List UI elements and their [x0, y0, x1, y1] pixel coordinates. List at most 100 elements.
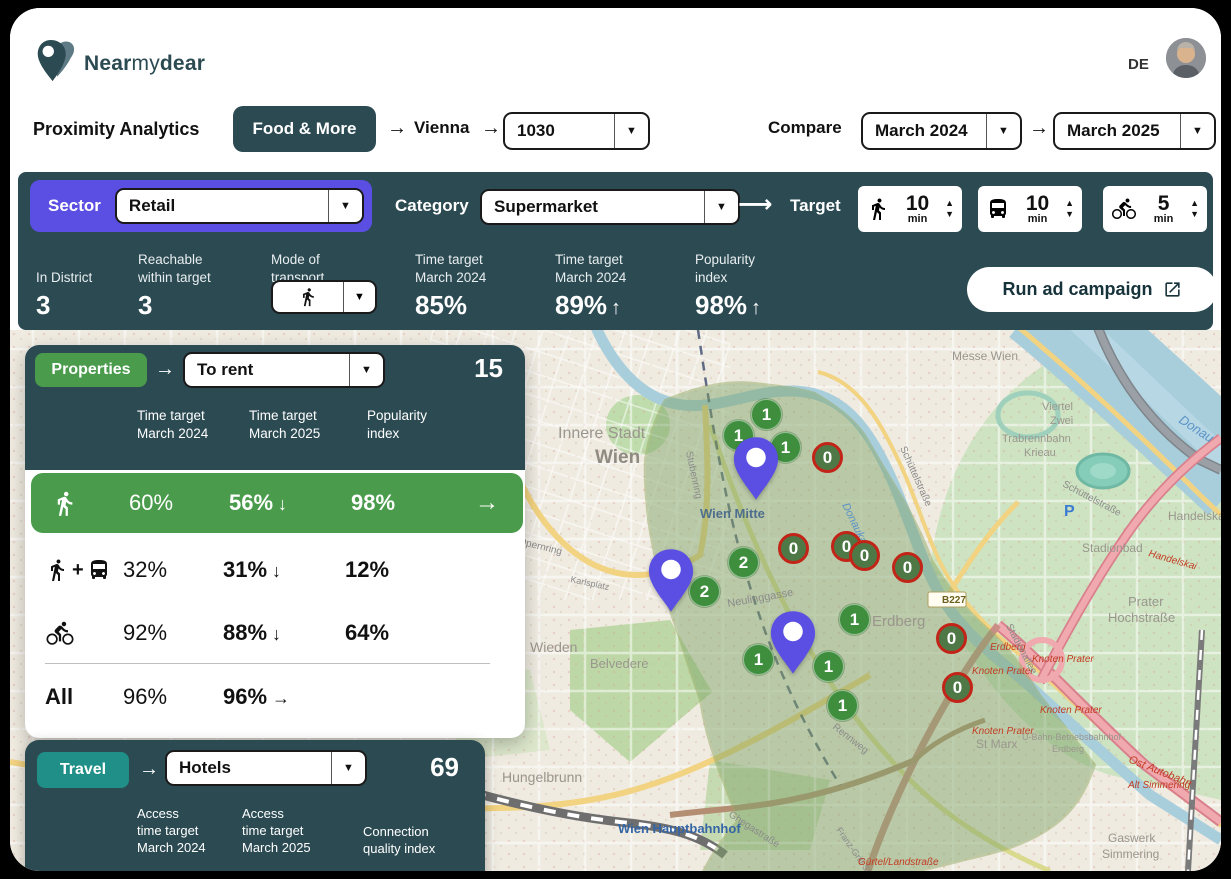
travel-chip-button[interactable]: Travel [37, 752, 129, 788]
cell-value: 56%↓ [229, 490, 351, 516]
run-ad-campaign-button[interactable]: Run ad campaign [967, 267, 1217, 312]
category-select-value: Supermarket [482, 191, 704, 223]
map-zero-marker[interactable]: 0 [849, 540, 880, 571]
period-from-value: March 2024 [863, 114, 986, 148]
map-zero-marker[interactable]: 0 [812, 442, 843, 473]
table-row-walk-bus[interactable]: + 32% 31%↓ 12% [25, 540, 525, 600]
walk-icon [45, 558, 69, 582]
chevron-down-icon[interactable]: ▼ [986, 114, 1020, 148]
walk-minutes-unit: min [906, 214, 929, 225]
arrow-right-icon: → [481, 117, 501, 140]
period-to-select[interactable]: March 2025 ▼ [1053, 112, 1216, 150]
period-from-select[interactable]: March 2024 ▼ [861, 112, 1022, 150]
table-row-bike[interactable]: 92% 88%↓ 64% [25, 603, 525, 663]
chevron-down-icon[interactable]: ▼ [343, 282, 375, 312]
sector-select[interactable]: Retail ▼ [115, 188, 364, 224]
chevron-down-icon[interactable]: ▼ [328, 190, 362, 222]
walk-time-stepper[interactable]: 10 min ▲▼ [858, 186, 962, 232]
map-count-marker[interactable]: 2 [728, 547, 759, 578]
arrow-right-icon: → [1029, 117, 1049, 140]
transport-mode-select[interactable]: ▼ [271, 280, 377, 314]
bike-icon [45, 620, 75, 647]
table-row-walk[interactable]: 60% 56%↓ 98% → [31, 473, 523, 533]
column-header: Connectionquality index [363, 824, 473, 858]
walk-stepper-down[interactable]: ▼ [945, 210, 954, 219]
stat-popularity-index: Popularityindex 98%↑ [695, 250, 761, 321]
column-header: Time targetMarch 2025 [249, 407, 349, 442]
map-count-marker[interactable]: 1 [827, 690, 858, 721]
stat-time-target-2025: Time targetMarch 2024 89%↑ [555, 250, 626, 321]
walk-stepper-up[interactable]: ▲ [945, 199, 954, 208]
chevron-down-icon[interactable]: ▼ [1180, 114, 1214, 148]
map-pin-marker[interactable] [645, 548, 697, 613]
trend-down-icon: ↓ [272, 561, 281, 581]
map-zero-marker[interactable]: 0 [936, 623, 967, 654]
city-crumb: Vienna [414, 118, 469, 138]
page-title: Proximity Analytics [33, 119, 199, 140]
stat-time-target-2024: Time targetMarch 2024 85% [415, 250, 486, 321]
all-label: All [45, 684, 123, 710]
properties-count: 15 [474, 353, 503, 384]
travel-type-select[interactable]: Hotels ▼ [165, 750, 367, 786]
arrow-right-icon: → [387, 117, 407, 140]
bus-stepper-down[interactable]: ▼ [1065, 210, 1074, 219]
arrow-right-icon: → [155, 358, 175, 381]
chevron-down-icon[interactable]: ▼ [349, 354, 383, 386]
bus-stepper-up[interactable]: ▲ [1065, 199, 1074, 208]
period-to-value: March 2025 [1055, 114, 1180, 148]
category-select[interactable]: Supermarket ▼ [480, 189, 740, 225]
district-select[interactable]: 1030 ▼ [503, 112, 650, 150]
map-pin-marker[interactable] [767, 610, 819, 675]
bus-time-stepper[interactable]: 10 min ▲▼ [978, 186, 1082, 232]
brand-logo-pin-icon [36, 38, 78, 84]
locale-label[interactable]: DE [1128, 56, 1149, 73]
cell-value: 60% [129, 490, 229, 516]
row-divider [45, 663, 490, 664]
map-count-marker[interactable]: 1 [751, 399, 782, 430]
properties-type-select[interactable]: To rent ▼ [183, 352, 385, 388]
cell-value: 96%→ [223, 684, 345, 710]
walk-icon [51, 490, 78, 517]
user-avatar[interactable] [1166, 38, 1206, 78]
app-window: Innere StadtWienWien MitteWiedenBelveder… [10, 8, 1221, 871]
map-zero-marker[interactable]: 0 [778, 533, 809, 564]
properties-chip-button[interactable]: Properties [35, 353, 147, 387]
chevron-down-icon[interactable]: ▼ [331, 752, 365, 784]
pin-shape [730, 436, 782, 501]
chevron-down-icon[interactable]: ▼ [614, 114, 648, 148]
bike-time-stepper[interactable]: 5 min ▲▼ [1103, 186, 1207, 232]
cell-value: 31%↓ [223, 557, 345, 583]
bus-icon [87, 558, 111, 582]
compare-label: Compare [768, 118, 842, 138]
cell-value: 98% [351, 490, 447, 516]
trend-down-icon: ↓ [272, 624, 281, 644]
bike-stepper-down[interactable]: ▼ [1190, 210, 1199, 219]
column-header: Time targetMarch 2024 [137, 407, 237, 442]
column-header: Accesstime targetMarch 2025 [242, 806, 342, 857]
category-food-button[interactable]: Food & More [233, 106, 376, 152]
district-select-value: 1030 [505, 114, 614, 148]
sector-label: Sector [48, 196, 101, 216]
trend-down-icon: ↓ [278, 494, 287, 514]
category-label: Category [395, 196, 469, 216]
map-zero-marker[interactable]: 0 [892, 552, 923, 583]
column-header: Popularityindex [367, 407, 467, 442]
properties-panel: Properties → To rent ▼ 15 Time targetMar… [25, 345, 525, 738]
table-row-all[interactable]: All 96% 96%→ [25, 667, 525, 727]
trend-up-icon: ↑ [611, 297, 621, 319]
bus-minutes-value: 10 [1026, 193, 1049, 214]
map-count-marker[interactable]: 1 [839, 604, 870, 635]
bike-stepper-up[interactable]: ▲ [1190, 199, 1199, 208]
chevron-down-icon[interactable]: ▼ [704, 191, 738, 223]
stat-in-district: In District 3 [36, 250, 92, 321]
map-pin-marker[interactable] [730, 436, 782, 501]
sector-select-value: Retail [117, 190, 328, 222]
bus-icon [986, 197, 1010, 221]
app-header: Nearmydear DE [10, 8, 1221, 104]
row-arrow-icon[interactable]: → [447, 489, 523, 517]
trend-flat-icon: → [272, 688, 290, 708]
toolbar: Proximity Analytics Food & More → Vienna… [10, 104, 1221, 170]
avatar-photo [1166, 38, 1206, 78]
map-zero-marker[interactable]: 0 [942, 672, 973, 703]
walk-icon [298, 287, 318, 307]
